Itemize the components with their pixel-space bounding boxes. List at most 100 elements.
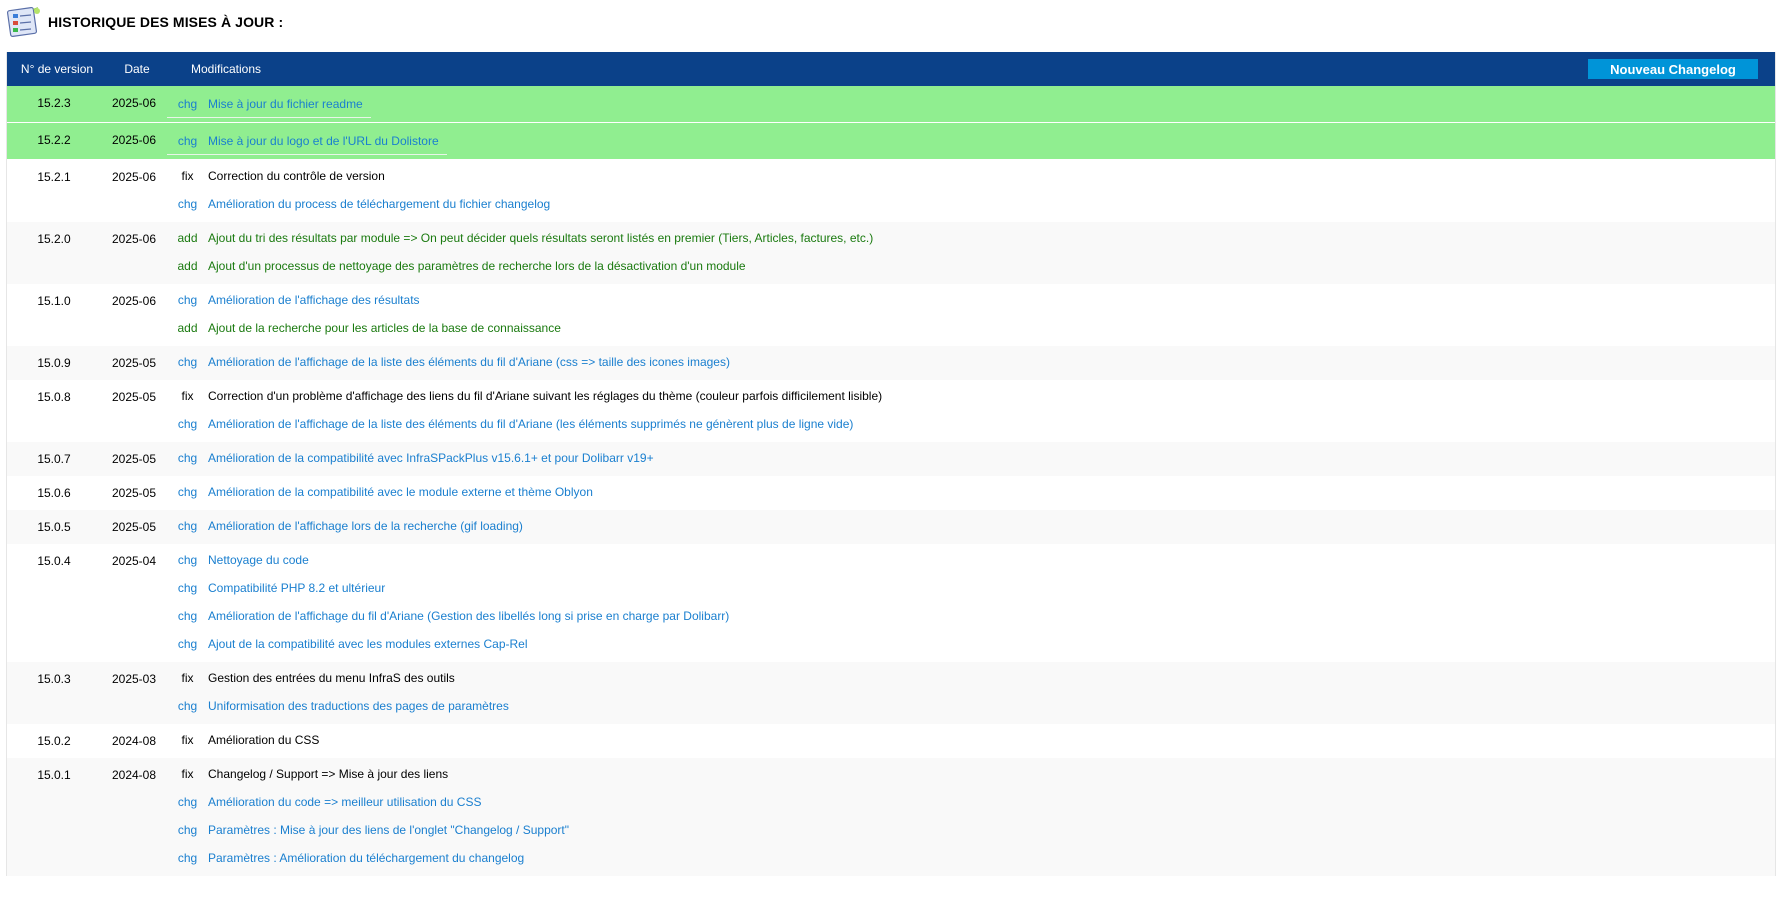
version-cell: 15.0.4	[37, 554, 71, 568]
list-item: chg Amélioration du code => meilleur util…	[167, 788, 1775, 816]
change-description: Gestion des entrées du menu InfraS des o…	[208, 671, 455, 685]
modifications-cell: chg Mise à jour du logo et de l'URL du Do…	[167, 123, 1775, 159]
change-description: Amélioration de l'affichage de la liste …	[208, 417, 854, 431]
list-item: chg Amélioration de la compatibilité avec…	[167, 444, 1775, 472]
change-type: add	[177, 321, 198, 335]
list-item: fix Correction d'un problème d'affichage …	[167, 382, 1775, 410]
version-cell: 15.2.2	[37, 133, 71, 147]
date-cell: 2025-04	[111, 554, 157, 568]
date-cell: 2025-06	[111, 133, 157, 147]
change-type: fix	[181, 767, 194, 781]
list-item: chg Paramètres : Mise à jour des liens de…	[167, 816, 1775, 844]
table-row: 15.2.0 2025-06 add Ajout du tri des résulta…	[7, 222, 1775, 284]
changelog-table: N° de version Date Modifications Nouveau…	[6, 52, 1776, 876]
change-type: chg	[177, 699, 198, 713]
header-version: N° de version	[20, 62, 94, 76]
date-cell: 2025-05	[111, 520, 157, 534]
version-cell: 15.0.2	[37, 734, 71, 748]
change-type: chg	[177, 637, 198, 651]
document-list-icon	[6, 6, 40, 38]
modifications-cell: fix Gestion des entrées du menu InfraS de…	[167, 662, 1775, 724]
table-header: N° de version Date Modifications Nouveau…	[7, 52, 1775, 86]
list-item: add Ajout de la recherche pour les articl…	[167, 314, 1775, 342]
change-type: chg	[177, 133, 198, 148]
list-item: fix Changelog / Support => Mise à jour de…	[167, 760, 1775, 788]
table-row: 15.2.1 2025-06 fix Correction du contrôle d…	[7, 160, 1775, 222]
table-row: 15.0.5 2025-05 chg Amélioration de l'affich…	[7, 510, 1775, 544]
change-type: chg	[177, 823, 198, 837]
date-cell: 2025-05	[111, 390, 157, 404]
change-description: Amélioration de l'affichage lors de la r…	[208, 519, 523, 533]
list-item: fix Correction du contrôle de version	[167, 162, 1775, 190]
changelog-page: HISTORIQUE DES MISES À JOUR : N° de vers…	[0, 0, 1785, 901]
modifications-cell: chg Amélioration de la compatibilité avec…	[167, 476, 1775, 510]
change-type: chg	[177, 553, 198, 567]
date-cell: 2025-06	[111, 232, 157, 246]
version-cell: 15.2.3	[37, 96, 71, 110]
version-cell: 15.0.1	[37, 768, 71, 782]
table-row: 15.2.3 2025-06 chg Mise à jour du fichier r…	[7, 86, 1775, 123]
change-description: Amélioration du code => meilleur utilisa…	[208, 795, 482, 809]
version-cell: 15.0.7	[37, 452, 71, 466]
change-type: chg	[177, 96, 198, 111]
change-type: fix	[181, 169, 194, 183]
list-item: chg Amélioration de la compatibilité avec…	[167, 478, 1775, 506]
list-item: fix Amélioration du CSS	[167, 726, 1775, 754]
change-description: Amélioration de l'affichage des résultat…	[208, 293, 420, 307]
change-type: chg	[177, 519, 198, 533]
change-description: Mise à jour du fichier readme	[208, 96, 363, 111]
change-type: chg	[177, 851, 198, 865]
version-cell: 15.2.0	[37, 232, 71, 246]
list-item: chg Amélioration de l'affichage du fil d'…	[167, 602, 1775, 630]
list-item: add Ajout du tri des résultats par module…	[167, 224, 1775, 252]
version-cell: 15.1.0	[37, 294, 71, 308]
header-modifications: Modifications	[191, 62, 262, 76]
modifications-cell: chg Amélioration de l'affichage des résul…	[167, 284, 1775, 346]
change-type: chg	[177, 293, 198, 307]
modifications-cell: fix Correction d'un problème d'affichage …	[167, 380, 1775, 442]
table-row: 15.0.6 2025-05 chg Amélioration de la compa…	[7, 476, 1775, 510]
change-type: chg	[177, 197, 198, 211]
change-type: chg	[177, 355, 198, 369]
change-type: chg	[177, 485, 198, 499]
modifications-cell: fix Amélioration du CSS	[167, 724, 1775, 758]
modifications-cell: chg Amélioration de la compatibilité avec…	[167, 442, 1775, 476]
modifications-cell: chg Mise à jour du fichier readme	[167, 86, 1775, 122]
change-description: Uniformisation des traductions des pages…	[208, 699, 509, 713]
change-description: Amélioration de l'affichage du fil d'Ari…	[208, 609, 730, 623]
date-cell: 2025-06	[111, 294, 157, 308]
version-cell: 15.0.5	[37, 520, 71, 534]
list-item: add Ajout d'un processus de nettoyage des…	[167, 252, 1775, 280]
list-item: chg Mise à jour du logo et de l'URL du Do…	[167, 123, 1775, 159]
version-cell: 15.0.8	[37, 390, 71, 404]
new-changelog-button[interactable]: Nouveau Changelog	[1588, 59, 1758, 79]
table-row: 15.0.2 2024-08 fix Amélioration du CSS	[7, 724, 1775, 758]
change-type: add	[177, 231, 198, 245]
change-type: fix	[181, 733, 194, 747]
table-row: 15.0.4 2025-04 chg Nettoyage du code chg Comp…	[7, 544, 1775, 662]
change-type: chg	[177, 581, 198, 595]
change-description: Paramètres : Amélioration du téléchargem…	[208, 851, 525, 865]
page-title: HISTORIQUE DES MISES À JOUR :	[48, 14, 284, 30]
list-item: chg Uniformisation des traductions des pa…	[167, 692, 1775, 720]
change-description: Amélioration du CSS	[208, 733, 320, 747]
table-row: 15.0.3 2025-03 fix Gestion des entrées du m…	[7, 662, 1775, 724]
change-description: Ajout de la recherche pour les articles …	[208, 321, 561, 335]
list-item: chg Mise à jour du fichier readme	[167, 86, 1775, 122]
table-row: 15.2.2 2025-06 chg Mise à jour du logo et d…	[7, 123, 1775, 160]
change-description: Ajout de la compatibilité avec les modul…	[208, 637, 528, 651]
change-type: chg	[177, 795, 198, 809]
change-type: fix	[181, 671, 194, 685]
change-type: fix	[181, 389, 194, 403]
date-cell: 2025-05	[111, 486, 157, 500]
change-description: Correction du contrôle de version	[208, 169, 385, 183]
change-description: Ajout du tri des résultats par module =>…	[208, 231, 874, 245]
table-row: 15.1.0 2025-06 chg Amélioration de l'affich…	[7, 284, 1775, 346]
date-cell: 2024-08	[111, 734, 157, 748]
date-cell: 2025-05	[111, 452, 157, 466]
date-cell: 2025-03	[111, 672, 157, 686]
change-description: Correction d'un problème d'affichage des…	[208, 389, 883, 403]
change-type: chg	[177, 609, 198, 623]
change-description: Mise à jour du logo et de l'URL du Dolis…	[208, 133, 439, 148]
modifications-cell: chg Amélioration de l'affichage de la lis…	[167, 346, 1775, 380]
